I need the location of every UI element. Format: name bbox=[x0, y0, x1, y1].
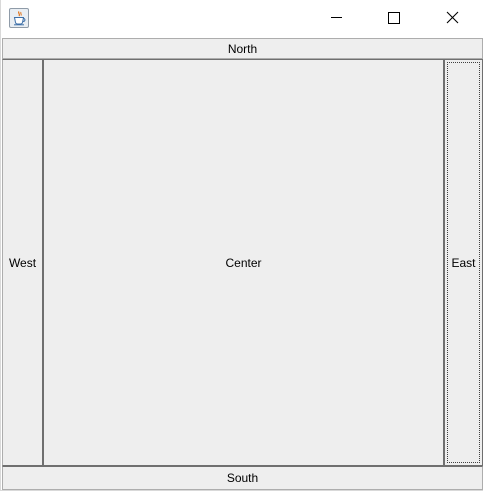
title-bar[interactable] bbox=[1, 0, 483, 38]
content-pane: North West Center East South bbox=[2, 38, 483, 490]
close-icon bbox=[446, 11, 459, 24]
minimize-icon bbox=[331, 17, 342, 18]
center-button-label: Center bbox=[225, 255, 262, 270]
application-window: North West Center East South bbox=[0, 0, 483, 491]
south-button[interactable]: South bbox=[2, 466, 483, 490]
north-button-label: North bbox=[227, 41, 258, 56]
close-button[interactable] bbox=[423, 0, 481, 36]
maximize-button[interactable] bbox=[365, 0, 423, 36]
maximize-icon bbox=[388, 12, 400, 24]
center-button[interactable]: Center bbox=[43, 59, 444, 466]
west-button-label: West bbox=[8, 255, 37, 270]
north-button[interactable]: North bbox=[2, 38, 483, 59]
east-button[interactable]: East bbox=[444, 59, 483, 466]
west-button[interactable]: West bbox=[2, 59, 43, 466]
java-coffee-cup-icon[interactable] bbox=[9, 8, 29, 28]
east-button-label: East bbox=[451, 255, 476, 270]
minimize-button[interactable] bbox=[307, 0, 365, 36]
south-button-label: South bbox=[226, 471, 259, 485]
